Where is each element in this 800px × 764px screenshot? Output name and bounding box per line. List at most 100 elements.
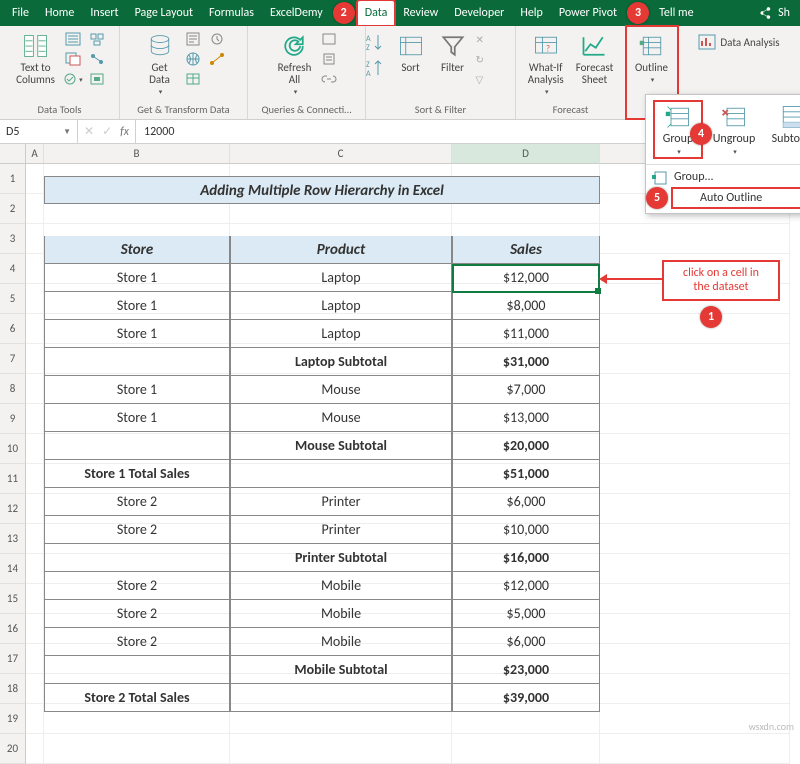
remove-duplicates-button[interactable]	[63, 50, 83, 68]
cell[interactable]	[600, 464, 790, 494]
col-header[interactable]: D	[452, 144, 600, 164]
reapply-button[interactable]: ↻	[476, 50, 520, 68]
auto-outline-item[interactable]: Auto Outline	[672, 188, 800, 208]
cell[interactable]	[26, 494, 44, 524]
table-row[interactable]: Store 1Laptop$8,000	[44, 292, 600, 320]
clear-filter-button[interactable]: ✕	[476, 30, 520, 48]
row-header[interactable]: 14	[0, 554, 26, 584]
cell[interactable]	[26, 314, 44, 344]
row-header[interactable]: 18	[0, 674, 26, 704]
cell[interactable]	[26, 674, 44, 704]
cell[interactable]	[600, 434, 790, 464]
table-row[interactable]: Mouse Subtotal$20,000	[44, 432, 600, 460]
edit-links-button[interactable]	[319, 70, 339, 88]
col-header[interactable]: A	[26, 144, 44, 164]
row-header[interactable]: 16	[0, 614, 26, 644]
col-header[interactable]: B	[44, 144, 230, 164]
existing-connections-button[interactable]	[207, 50, 227, 68]
row-header[interactable]: 4	[0, 254, 26, 284]
table-row[interactable]: Store 1Laptop$11,000	[44, 320, 600, 348]
row-header[interactable]: 6	[0, 314, 26, 344]
cell[interactable]	[26, 584, 44, 614]
cell[interactable]	[600, 584, 790, 614]
cell[interactable]	[26, 254, 44, 284]
row-header[interactable]: 3	[0, 224, 26, 254]
tab-pagelayout[interactable]: Page Layout	[127, 0, 201, 26]
cell[interactable]	[26, 464, 44, 494]
table-row[interactable]: Store 2Printer$6,000	[44, 488, 600, 516]
cell[interactable]	[26, 554, 44, 584]
cell[interactable]	[26, 224, 44, 254]
fx-icon[interactable]: fx	[120, 125, 129, 139]
table-row[interactable]: Store 2Mobile$6,000	[44, 628, 600, 656]
table-row[interactable]: Store 1Mouse$7,000	[44, 376, 600, 404]
cell[interactable]	[26, 524, 44, 554]
table-row[interactable]: Laptop Subtotal$31,000	[44, 348, 600, 376]
tab-home[interactable]: Home	[37, 0, 82, 26]
from-textcsv-button[interactable]	[183, 30, 203, 48]
cell[interactable]	[26, 344, 44, 374]
cell[interactable]	[26, 704, 44, 734]
cell[interactable]	[600, 734, 790, 764]
tab-powerpivot[interactable]: Power Pivot	[551, 0, 625, 26]
sort-button[interactable]: Sort	[392, 30, 430, 76]
share-icon[interactable]	[758, 6, 772, 20]
cell[interactable]	[600, 344, 790, 374]
row-header[interactable]: 13	[0, 524, 26, 554]
cell[interactable]	[600, 524, 790, 554]
table-row[interactable]: Store 1Mouse$13,000	[44, 404, 600, 432]
cell[interactable]	[44, 734, 230, 764]
cell[interactable]	[600, 554, 790, 584]
cell[interactable]	[26, 434, 44, 464]
refresh-all-button[interactable]: Refresh All	[274, 30, 316, 98]
relationships-button[interactable]	[87, 50, 107, 68]
row-header[interactable]: 20	[0, 734, 26, 764]
cell[interactable]	[600, 314, 790, 344]
tab-exceldemy[interactable]: ExcelDemy	[262, 0, 331, 26]
table-row[interactable]: Store 1 Total Sales$51,000	[44, 460, 600, 488]
table-row[interactable]: Printer Subtotal$16,000	[44, 544, 600, 572]
consolidate-button[interactable]	[87, 30, 107, 48]
select-all-corner[interactable]	[0, 144, 26, 164]
row-header[interactable]: 17	[0, 644, 26, 674]
row-header[interactable]: 9	[0, 404, 26, 434]
cell[interactable]	[600, 644, 790, 674]
whatif-button[interactable]: ? What-If Analysis	[524, 30, 568, 98]
cell[interactable]	[26, 734, 44, 764]
row-header[interactable]: 8	[0, 374, 26, 404]
cell[interactable]	[26, 404, 44, 434]
cell[interactable]	[26, 194, 44, 224]
name-box[interactable]: D5▼	[0, 120, 78, 143]
row-header[interactable]: 11	[0, 464, 26, 494]
cell[interactable]	[600, 494, 790, 524]
cell[interactable]	[26, 644, 44, 674]
cell[interactable]	[600, 614, 790, 644]
table-row[interactable]: Store 2Printer$10,000	[44, 516, 600, 544]
cell[interactable]	[452, 734, 600, 764]
tab-data[interactable]: Data	[357, 0, 396, 26]
text-to-columns-button[interactable]: Text to Columns	[12, 30, 59, 88]
cell[interactable]	[600, 674, 790, 704]
tab-tellme[interactable]: Tell me	[651, 0, 702, 26]
tab-formulas[interactable]: Formulas	[201, 0, 262, 26]
row-header[interactable]: 5	[0, 284, 26, 314]
tab-help[interactable]: Help	[512, 0, 551, 26]
col-header[interactable]: C	[230, 144, 452, 164]
outline-button[interactable]: Outline	[631, 30, 672, 86]
data-analysis-button[interactable]: Data Analysis	[696, 30, 781, 54]
tab-developer[interactable]: Developer	[446, 0, 512, 26]
row-header[interactable]: 1	[0, 164, 26, 194]
ungroup-button[interactable]: Ungroup	[708, 101, 760, 158]
row-header[interactable]: 10	[0, 434, 26, 464]
from-table-button[interactable]	[183, 70, 203, 88]
data-validation-button[interactable]	[63, 70, 83, 88]
subtotal-button[interactable]: Subtotal	[766, 101, 800, 158]
table-row[interactable]: Store 2Mobile$12,000	[44, 572, 600, 600]
tab-file[interactable]: File	[4, 0, 37, 26]
group-menu-item[interactable]: Group...	[646, 167, 800, 187]
flash-fill-button[interactable]	[63, 30, 83, 48]
cell[interactable]	[26, 284, 44, 314]
tab-review[interactable]: Review	[395, 0, 446, 26]
row-header[interactable]: 19	[0, 704, 26, 734]
recent-sources-button[interactable]	[207, 30, 227, 48]
